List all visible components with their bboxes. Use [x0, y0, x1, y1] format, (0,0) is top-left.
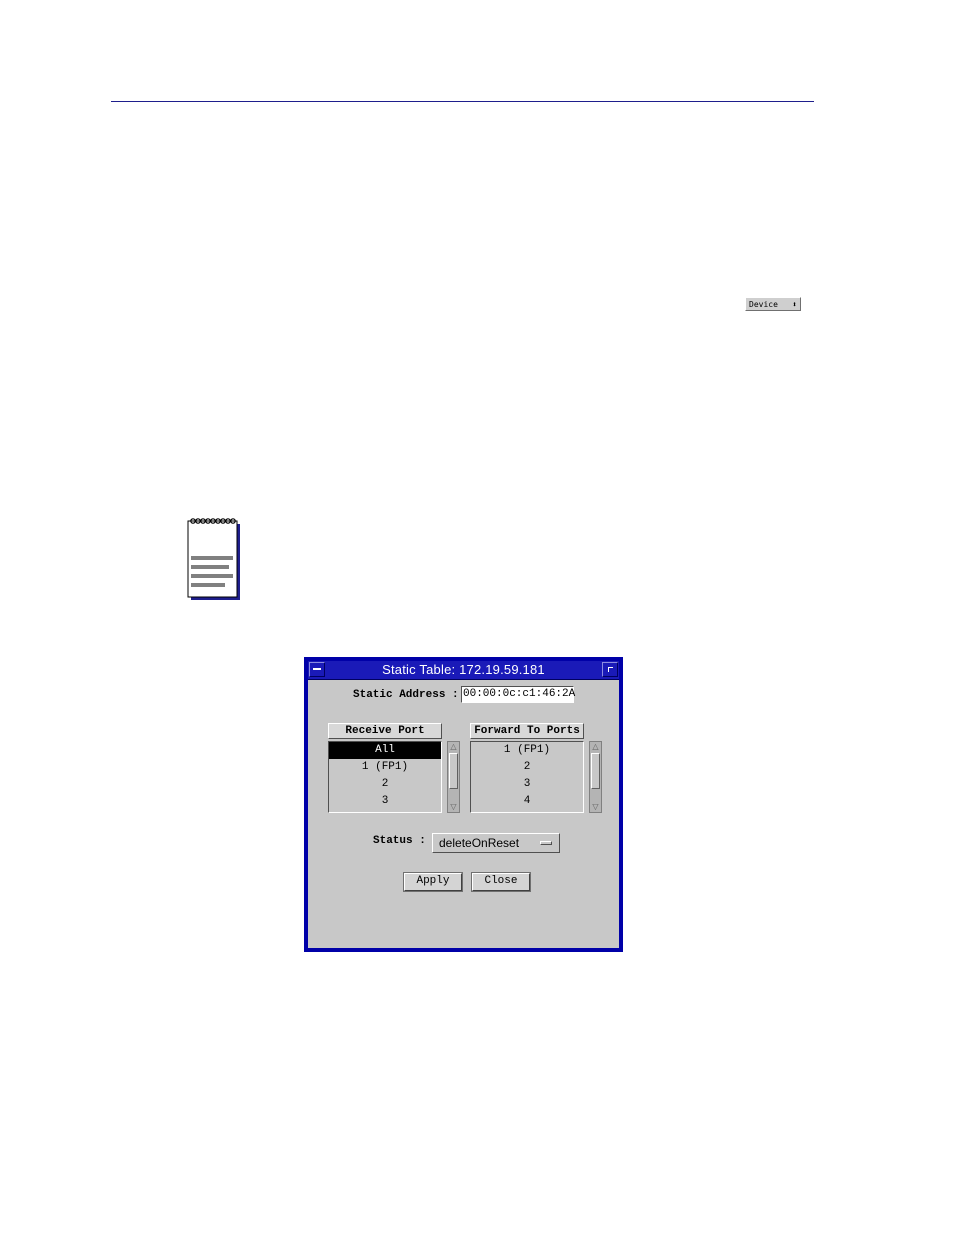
list-item[interactable]: 2 — [329, 776, 441, 793]
forward-to-ports-header: Forward To Ports — [470, 723, 584, 739]
forward-to-ports-scrollbar[interactable]: △ ▽ — [589, 741, 602, 813]
receive-port-header: Receive Port — [328, 723, 442, 739]
device-menu-label: Device — [749, 299, 778, 309]
list-item[interactable]: 2 — [471, 759, 583, 776]
window-title: Static Table: 172.19.59.181 — [382, 662, 545, 677]
list-item[interactable]: 3 — [329, 793, 441, 810]
close-button[interactable]: Close — [471, 872, 531, 892]
header-rule — [111, 101, 814, 102]
scroll-up-arrow-icon[interactable]: △ — [448, 742, 459, 752]
status-value: deleteOnReset — [439, 836, 520, 850]
receive-port-list[interactable]: All 1 (FP1) 2 3 — [328, 741, 442, 813]
list-item[interactable]: 3 — [471, 776, 583, 793]
scroll-up-arrow-icon[interactable]: △ — [590, 742, 601, 752]
option-menu-arrow-icon: ⬍ — [792, 299, 797, 309]
scroll-thumb[interactable] — [449, 753, 458, 789]
apply-button[interactable]: Apply — [403, 872, 463, 892]
forward-to-ports-list[interactable]: 1 (FP1) 2 3 4 — [470, 741, 584, 813]
static-table-window: Static Table: 172.19.59.181 Static Addre… — [304, 657, 623, 952]
spiral-notepad-icon — [187, 518, 240, 600]
window-menu-icon[interactable] — [309, 662, 325, 677]
status-label: Status : — [373, 835, 426, 847]
device-menu-button[interactable]: Device ⬍ — [745, 297, 801, 311]
receive-port-scrollbar[interactable]: △ ▽ — [447, 741, 460, 813]
scroll-down-arrow-icon[interactable]: ▽ — [448, 802, 459, 812]
window-titlebar[interactable]: Static Table: 172.19.59.181 — [308, 661, 619, 680]
list-item[interactable]: 1 (FP1) — [329, 759, 441, 776]
list-item[interactable]: 4 — [471, 793, 583, 810]
option-menu-indicator-icon — [540, 841, 552, 845]
status-option-menu[interactable]: deleteOnReset — [432, 833, 560, 853]
scroll-thumb[interactable] — [591, 753, 600, 789]
list-item[interactable]: All — [329, 742, 441, 759]
static-address-field[interactable]: 00:00:0c:c1:46:2A — [461, 686, 575, 703]
static-address-label: Static Address : — [353, 689, 459, 701]
scroll-down-arrow-icon[interactable]: ▽ — [590, 802, 601, 812]
window-maximize-icon[interactable] — [602, 662, 618, 677]
dialog-body: Static Address : 00:00:0c:c1:46:2A Recei… — [308, 680, 619, 948]
list-item[interactable]: 1 (FP1) — [471, 742, 583, 759]
